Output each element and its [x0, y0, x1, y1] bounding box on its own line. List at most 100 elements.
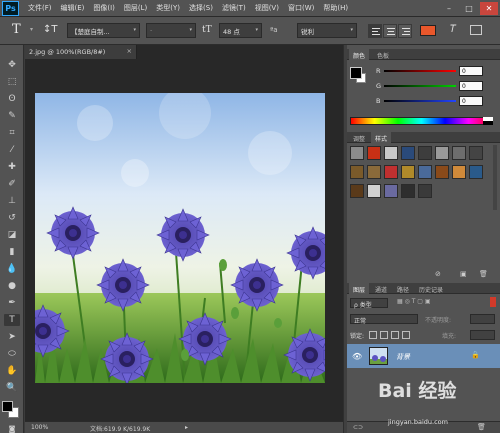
- blend-mode-dropdown[interactable]: 正常: [350, 314, 418, 325]
- text-color-swatch[interactable]: [420, 25, 436, 36]
- layer-row-background[interactable]: 👁 背景 🔒: [347, 344, 500, 368]
- style-swatch[interactable]: [401, 165, 415, 179]
- black-white-ramp[interactable]: [483, 117, 493, 125]
- warp-text-icon[interactable]: 𝑇: [450, 24, 456, 39]
- menu-window[interactable]: 窗口(W): [288, 3, 314, 13]
- font-style-dropdown[interactable]: - ▾: [146, 23, 196, 38]
- menu-edit[interactable]: 编辑(E): [61, 3, 85, 13]
- lasso-tool-icon[interactable]: ʘ: [4, 93, 20, 105]
- color-spectrum-ramp[interactable]: [350, 117, 493, 125]
- style-swatch[interactable]: [469, 146, 483, 160]
- tab-paths[interactable]: 路径: [393, 283, 413, 294]
- image-canvas[interactable]: [35, 93, 325, 383]
- style-swatch[interactable]: [452, 146, 466, 160]
- menu-help[interactable]: 帮助(H): [323, 3, 348, 13]
- marquee-tool-icon[interactable]: ⬚: [4, 76, 20, 88]
- document-tab-close[interactable]: ×: [127, 47, 132, 55]
- crop-tool-icon[interactable]: ⌗: [4, 127, 20, 139]
- style-swatch[interactable]: [469, 165, 483, 179]
- clone-stamp-tool-icon[interactable]: ⊥: [4, 195, 20, 207]
- menu-layer[interactable]: 图层(L): [124, 3, 147, 13]
- font-family-dropdown[interactable]: 【楚庭自制... ▾: [67, 23, 140, 38]
- document-tab[interactable]: 2.jpg @ 100%(RGB/8#) ×: [25, 45, 137, 59]
- shape-tool-icon[interactable]: ⬭: [4, 348, 20, 360]
- menu-file[interactable]: 文件(F): [28, 3, 52, 13]
- dodge-tool-icon[interactable]: ●: [4, 280, 20, 292]
- align-left-button[interactable]: [368, 24, 382, 38]
- style-swatch[interactable]: [418, 165, 432, 179]
- tab-channels[interactable]: 通道: [371, 283, 391, 294]
- delete-style-icon[interactable]: 🗑: [479, 270, 488, 278]
- blur-tool-icon[interactable]: 💧: [4, 263, 20, 275]
- healing-brush-tool-icon[interactable]: ✚: [4, 161, 20, 173]
- quick-mask-icon[interactable]: ◙: [4, 423, 20, 433]
- tab-history[interactable]: 历史记录: [415, 283, 447, 294]
- hand-tool-icon[interactable]: ✋: [4, 365, 20, 377]
- tab-styles[interactable]: 样式: [371, 132, 392, 143]
- tab-layers[interactable]: 图层: [349, 283, 370, 294]
- character-panel-icon[interactable]: [470, 25, 482, 35]
- menu-view[interactable]: 视图(V): [255, 3, 279, 13]
- pen-tool-icon[interactable]: ✒: [4, 297, 20, 309]
- zoom-level[interactable]: 100%: [31, 424, 48, 431]
- tab-color[interactable]: 颜色: [349, 49, 370, 60]
- maximize-button[interactable]: □: [460, 2, 478, 15]
- style-swatch[interactable]: [401, 184, 415, 198]
- r-slider[interactable]: [384, 70, 456, 72]
- preset-dropdown-arrow[interactable]: ▾: [30, 26, 33, 41]
- lock-all-icon[interactable]: [402, 331, 410, 339]
- g-slider[interactable]: [384, 85, 456, 87]
- style-swatch[interactable]: [418, 146, 432, 160]
- style-swatch[interactable]: [435, 146, 449, 160]
- r-value[interactable]: 0: [459, 66, 483, 76]
- menu-image[interactable]: 图像(I): [93, 3, 115, 13]
- lock-transparent-icon[interactable]: [369, 331, 377, 339]
- style-swatch[interactable]: [384, 146, 398, 160]
- tab-adjustments[interactable]: 调整: [349, 132, 369, 143]
- g-value[interactable]: 0: [459, 81, 483, 91]
- lock-pixels-icon[interactable]: [380, 331, 388, 339]
- b-value[interactable]: 0: [459, 96, 483, 106]
- style-swatch[interactable]: [435, 165, 449, 179]
- layer-filter-icons[interactable]: ▦ ◎ T ▢ ▣: [397, 298, 487, 308]
- style-swatch[interactable]: [452, 165, 466, 179]
- styles-scrollbar[interactable]: [493, 145, 497, 210]
- antialias-dropdown[interactable]: 锐利 ▾: [297, 23, 357, 38]
- minimize-button[interactable]: –: [440, 2, 458, 15]
- eyedropper-tool-icon[interactable]: ⁄: [4, 144, 20, 156]
- opacity-field[interactable]: [470, 314, 495, 324]
- quick-select-tool-icon[interactable]: ✎: [4, 110, 20, 122]
- eraser-tool-icon[interactable]: ◪: [4, 229, 20, 241]
- type-tool-preset[interactable]: T: [12, 22, 21, 37]
- style-swatch[interactable]: [384, 165, 398, 179]
- layer-filter-dropdown[interactable]: ρ 类型: [350, 298, 388, 309]
- style-swatch[interactable]: [401, 146, 415, 160]
- style-swatch[interactable]: [350, 184, 364, 198]
- new-style-icon[interactable]: ▣: [460, 270, 467, 278]
- link-layers-icon[interactable]: ⊂⊃: [353, 424, 363, 431]
- align-center-button[interactable]: [383, 24, 397, 38]
- filter-toggle[interactable]: [490, 297, 496, 307]
- tab-swatches[interactable]: 色板: [373, 49, 393, 60]
- style-swatch[interactable]: [367, 165, 381, 179]
- close-button[interactable]: ✕: [480, 2, 498, 15]
- clear-style-icon[interactable]: ⊘: [435, 270, 441, 278]
- status-menu-arrow[interactable]: ▸: [185, 424, 188, 431]
- layer-name[interactable]: 背景: [396, 352, 410, 362]
- style-swatch[interactable]: [367, 146, 381, 160]
- zoom-tool-icon[interactable]: 🔍: [4, 382, 20, 394]
- b-slider[interactable]: [384, 100, 456, 102]
- lock-position-icon[interactable]: [391, 331, 399, 339]
- fill-field[interactable]: [470, 330, 495, 340]
- style-swatch[interactable]: [418, 184, 432, 198]
- menu-filter[interactable]: 滤镜(T): [222, 3, 246, 13]
- style-swatch[interactable]: [367, 184, 381, 198]
- brush-tool-icon[interactable]: ✐: [4, 178, 20, 190]
- style-swatch[interactable]: [350, 146, 364, 160]
- style-swatch[interactable]: [384, 184, 398, 198]
- align-right-button[interactable]: [398, 24, 412, 38]
- gradient-tool-icon[interactable]: ▮: [4, 246, 20, 258]
- menu-select[interactable]: 选择(S): [189, 3, 213, 13]
- history-brush-tool-icon[interactable]: ↺: [4, 212, 20, 224]
- delete-layer-icon[interactable]: 🗑: [477, 423, 486, 431]
